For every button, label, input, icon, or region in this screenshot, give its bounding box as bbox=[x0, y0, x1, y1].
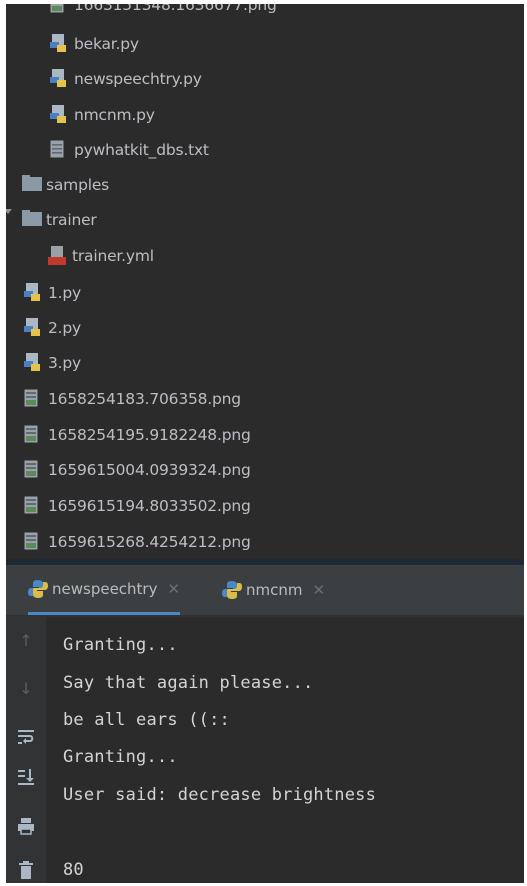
tree-item-png[interactable]: 1659615268.4254212.png bbox=[24, 530, 251, 554]
tree-item-label: 1659615268.4254212.png bbox=[48, 533, 251, 551]
console-line: 80 bbox=[63, 860, 84, 880]
tab-label: newspeechtry bbox=[52, 579, 158, 598]
tab-newspeechtry[interactable]: newspeechtry ✕ bbox=[28, 565, 181, 615]
tree-item-python[interactable]: bekar.py bbox=[50, 32, 139, 56]
tab-nmcnm[interactable]: nmcnm ✕ bbox=[222, 565, 325, 615]
image-file-icon bbox=[50, 4, 68, 15]
tree-item-folder[interactable]: trainer bbox=[22, 208, 97, 232]
tree-item-png[interactable]: 1663151348.1636677.png bbox=[50, 4, 277, 17]
python-file-icon bbox=[24, 353, 42, 373]
tree-item-python[interactable]: nmcnm.py bbox=[50, 103, 155, 127]
tree-item-label: 1658254195.9182248.png bbox=[48, 426, 251, 444]
expand-arrow-icon[interactable] bbox=[6, 209, 12, 214]
tree-item-label: 1663151348.1636677.png bbox=[74, 4, 277, 14]
python-file-icon bbox=[50, 105, 68, 125]
tree-item-png[interactable]: 1658254195.9182248.png bbox=[24, 423, 251, 447]
run-console: ↑ ↓ Granting... Say that again please...… bbox=[6, 617, 524, 883]
close-icon[interactable]: ✕ bbox=[167, 580, 180, 598]
tab-label: nmcnm bbox=[246, 581, 303, 599]
tree-item-png[interactable]: 1659615194.8033502.png bbox=[24, 494, 251, 518]
scroll-to-end-icon[interactable] bbox=[16, 768, 36, 788]
print-icon[interactable] bbox=[16, 817, 36, 837]
python-icon bbox=[28, 579, 48, 599]
text-file-icon bbox=[50, 140, 68, 160]
arrow-down-icon[interactable]: ↓ bbox=[16, 679, 36, 699]
tree-item-label: 1658254183.706358.png bbox=[48, 390, 241, 408]
soft-wrap-icon[interactable] bbox=[16, 727, 36, 747]
console-line: be all ears ((:: bbox=[63, 710, 230, 730]
tree-item-label: 1.py bbox=[48, 284, 82, 302]
console-line: Granting... bbox=[63, 747, 178, 767]
tree-item-label: trainer.yml bbox=[72, 247, 154, 265]
close-icon[interactable]: ✕ bbox=[312, 581, 325, 599]
project-tree: 1663151348.1636677.png bekar.py newspeec… bbox=[6, 4, 524, 559]
tree-item-yaml[interactable]: trainer.yml bbox=[48, 244, 154, 268]
folder-icon bbox=[22, 210, 42, 230]
image-file-icon bbox=[24, 425, 42, 445]
tree-item-python[interactable]: 1.py bbox=[24, 281, 81, 305]
tree-item-label: 2.py bbox=[48, 319, 82, 337]
arrow-up-icon[interactable]: ↑ bbox=[16, 631, 36, 651]
tree-item-folder[interactable]: samples bbox=[22, 173, 109, 197]
folder-icon bbox=[22, 175, 42, 195]
tree-item-python[interactable]: newspeechtry.py bbox=[50, 67, 202, 91]
image-file-icon bbox=[24, 496, 42, 516]
yaml-file-icon bbox=[48, 246, 66, 266]
console-line: Say that again please... bbox=[63, 673, 314, 693]
tree-item-text[interactable]: pywhatkit_dbs.txt bbox=[50, 138, 209, 162]
tree-item-png[interactable]: 1659615004.0939324.png bbox=[24, 458, 251, 482]
python-file-icon bbox=[50, 34, 68, 54]
python-file-icon bbox=[24, 318, 42, 338]
python-icon bbox=[222, 580, 242, 600]
tree-item-python[interactable]: 3.py bbox=[24, 351, 81, 375]
tree-item-python[interactable]: 2.py bbox=[24, 316, 81, 340]
run-tabs-bar: newspeechtry ✕ nmcnm ✕ bbox=[6, 565, 524, 617]
tree-item-label: bekar.py bbox=[74, 35, 139, 53]
tree-item-label: 3.py bbox=[48, 354, 82, 372]
tree-item-label: samples bbox=[46, 176, 110, 194]
image-file-icon bbox=[24, 532, 42, 552]
tree-item-label: trainer bbox=[46, 211, 97, 229]
tree-item-label: nmcnm.py bbox=[74, 106, 155, 124]
python-file-icon bbox=[24, 283, 42, 303]
image-file-icon bbox=[24, 389, 42, 409]
python-file-icon bbox=[50, 69, 68, 89]
tree-item-label: 1659615194.8033502.png bbox=[48, 497, 251, 515]
console-toolbar: ↑ ↓ bbox=[6, 617, 46, 883]
ide-window: 1663151348.1636677.png bekar.py newspeec… bbox=[6, 4, 524, 883]
console-line: User said: decrease brightness bbox=[63, 785, 377, 805]
trash-icon[interactable] bbox=[16, 861, 36, 881]
tree-item-label: newspeechtry.py bbox=[74, 70, 202, 88]
image-file-icon bbox=[24, 460, 42, 480]
tree-item-label: 1659615004.0939324.png bbox=[48, 461, 251, 479]
tree-item-png[interactable]: 1658254183.706358.png bbox=[24, 387, 241, 411]
tree-item-label: pywhatkit_dbs.txt bbox=[74, 141, 209, 159]
console-line: Granting... bbox=[63, 635, 178, 655]
